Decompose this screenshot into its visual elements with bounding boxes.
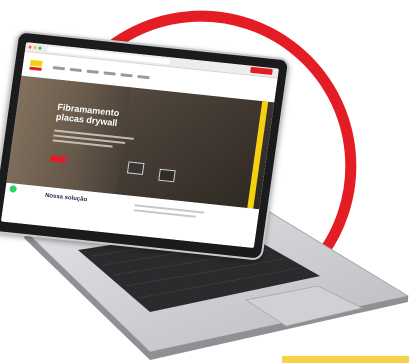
header-cta-button[interactable] xyxy=(250,66,273,76)
minimize-window-button[interactable] xyxy=(33,45,37,50)
laptop-screen-lid: Fibramamento placas drywall Nossa soluçã… xyxy=(0,30,291,261)
whatsapp-icon[interactable] xyxy=(9,185,18,193)
nav-item[interactable] xyxy=(86,69,99,74)
nav-item[interactable] xyxy=(120,73,133,78)
nav-item[interactable] xyxy=(69,67,82,73)
hero-thumbnail[interactable] xyxy=(126,161,145,175)
hero-thumbnail[interactable] xyxy=(158,168,176,183)
close-window-button[interactable] xyxy=(28,45,32,49)
section-heading: Nossa solução xyxy=(44,192,88,204)
hero-yellow-band xyxy=(247,101,269,209)
main-navigation xyxy=(52,66,150,80)
company-logo-icon[interactable] xyxy=(28,59,44,72)
yellow-footer-strip xyxy=(282,356,409,363)
laptop-mockup-scene: Fibramamento placas drywall Nossa soluçã… xyxy=(0,0,409,363)
nav-item[interactable] xyxy=(137,74,150,80)
maximize-window-button[interactable] xyxy=(38,46,42,50)
nav-item[interactable] xyxy=(103,71,116,76)
nav-item[interactable] xyxy=(52,66,66,71)
website-screen: Fibramamento placas drywall Nossa soluçã… xyxy=(0,42,279,248)
